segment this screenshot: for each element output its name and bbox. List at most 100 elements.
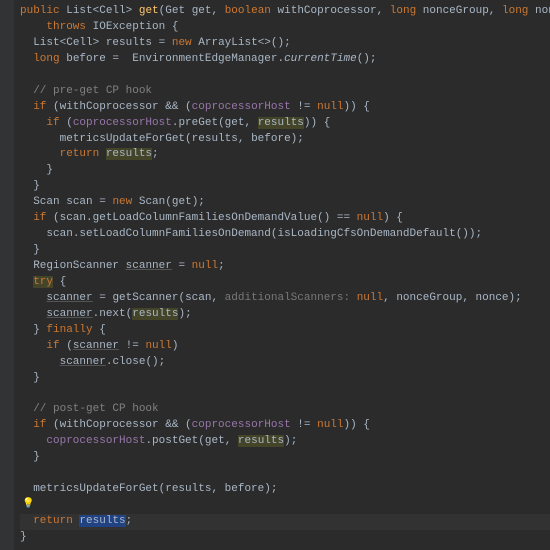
code-area[interactable]: public List<Cell> get(Get get, boolean w… xyxy=(14,4,550,546)
keyword: finally xyxy=(46,324,92,336)
code-line[interactable]: } finally { xyxy=(20,323,550,339)
var: nonce xyxy=(476,292,509,304)
code-line[interactable]: if (withCoprocessor && (coprocessorHost … xyxy=(20,418,550,434)
var-selected: results xyxy=(79,515,125,527)
var: get xyxy=(225,117,245,129)
type: Scan xyxy=(33,196,59,208)
code-line[interactable]: scanner = getScanner(scan, additionalSca… xyxy=(20,291,550,307)
keyword: boolean xyxy=(225,5,271,17)
code-line[interactable]: if (coprocessorHost.preGet(get, results)… xyxy=(20,116,550,132)
lightbulb-icon[interactable]: 💡 xyxy=(22,498,34,513)
keyword: if xyxy=(33,419,46,431)
code-line[interactable]: return results; xyxy=(20,514,550,530)
code-line[interactable]: Scan scan = new Scan(get); xyxy=(20,195,550,211)
var: withCoprocessor xyxy=(60,419,159,431)
code-editor[interactable]: public List<Cell> get(Get get, boolean w… xyxy=(0,0,550,550)
var: nonceGroup xyxy=(396,292,462,304)
method-call: getLoadColumnFamiliesOnDemandValue xyxy=(93,212,317,224)
comment: // post-get CP hook xyxy=(33,403,158,415)
param-hint: additionalScanners: xyxy=(225,292,350,304)
method-call: postGet xyxy=(152,435,198,447)
var: results xyxy=(258,117,304,129)
code-line[interactable]: } xyxy=(20,450,550,466)
code-line[interactable]: coprocessorHost.postGet(get, results); xyxy=(20,434,550,450)
method-name: get xyxy=(139,5,159,17)
type: IOException xyxy=(93,21,166,33)
var: results xyxy=(192,133,238,145)
code-line[interactable]: } xyxy=(20,163,550,179)
code-line[interactable]: // pre-get CP hook xyxy=(20,84,550,100)
var: scanner xyxy=(126,260,172,272)
code-line[interactable]: metricsUpdateForGet(results, before); xyxy=(20,132,550,148)
field: coprocessorHost xyxy=(192,419,291,431)
code-line[interactable]: if (scanner != null) xyxy=(20,339,550,355)
keyword: long xyxy=(502,5,528,17)
var: scan xyxy=(185,292,211,304)
keyword: new xyxy=(112,196,132,208)
var: withCoprocessor xyxy=(60,101,159,113)
var: before xyxy=(66,53,106,65)
var: scanner xyxy=(46,308,92,320)
var: results xyxy=(106,37,152,49)
code-line[interactable]: scan.setLoadColumnFamiliesOnDemand(isLoa… xyxy=(20,227,550,243)
var: scanner xyxy=(60,356,106,368)
code-line[interactable]: List<Cell> results = new ArrayList<>(); xyxy=(20,36,550,52)
keyword: if xyxy=(33,101,46,113)
code-line[interactable]: } xyxy=(20,371,550,387)
method-call: metricsUpdateForGet xyxy=(60,133,185,145)
type: Cell xyxy=(66,37,92,49)
code-line[interactable]: throws IOException { xyxy=(20,20,550,36)
code-line[interactable] xyxy=(20,68,550,84)
code-line[interactable]: } xyxy=(20,179,550,195)
code-line[interactable]: scanner.next(results); xyxy=(20,307,550,323)
keyword: if xyxy=(33,212,46,224)
code-line[interactable]: } xyxy=(20,243,550,259)
code-line[interactable]: return results; xyxy=(20,147,550,163)
method-call: isLoadingCfsOnDemandDefault xyxy=(277,228,455,240)
var: scanner xyxy=(73,340,119,352)
type: EnvironmentEdgeManager xyxy=(132,53,277,65)
keyword: long xyxy=(390,5,416,17)
keyword: try xyxy=(33,276,53,288)
method-call: preGet xyxy=(178,117,218,129)
code-line[interactable]: public List<Cell> get(Get get, boolean w… xyxy=(20,4,550,20)
gutter xyxy=(0,0,14,550)
keyword: new xyxy=(172,37,192,49)
var: before xyxy=(225,483,265,495)
var: get xyxy=(172,196,192,208)
var: before xyxy=(251,133,291,145)
keyword: return xyxy=(60,148,100,160)
code-line[interactable] xyxy=(20,466,550,482)
code-line[interactable]: // post-get CP hook xyxy=(20,402,550,418)
code-line[interactable]: } xyxy=(20,530,550,546)
type: RegionScanner xyxy=(33,260,119,272)
type: Scan xyxy=(139,196,165,208)
keyword: throws xyxy=(46,21,86,33)
var: scan xyxy=(66,196,92,208)
keyword: null xyxy=(357,212,383,224)
var: get xyxy=(205,435,225,447)
keyword: null xyxy=(317,101,343,113)
keyword: null xyxy=(145,340,171,352)
keyword: null xyxy=(357,292,383,304)
keyword: null xyxy=(317,419,343,431)
code-line[interactable]: try { xyxy=(20,275,550,291)
code-line[interactable]: RegionScanner scanner = null; xyxy=(20,259,550,275)
method-call: setLoadColumnFamiliesOnDemand xyxy=(79,228,270,240)
code-line[interactable]: 💡 xyxy=(20,498,550,514)
param: withCoprocessor xyxy=(278,5,377,17)
keyword: null xyxy=(192,260,218,272)
code-line[interactable]: if (scan.getLoadColumnFamiliesOnDemandVa… xyxy=(20,211,550,227)
field: coprocessorHost xyxy=(73,117,172,129)
keyword: long xyxy=(33,53,59,65)
type: ArrayList xyxy=(198,37,257,49)
param: get xyxy=(192,5,212,17)
code-line[interactable] xyxy=(20,387,550,403)
code-line[interactable]: long before = EnvironmentEdgeManager.cur… xyxy=(20,52,550,68)
keyword: public xyxy=(20,5,60,17)
code-line[interactable]: scanner.close(); xyxy=(20,355,550,371)
type: List xyxy=(66,5,92,17)
param: nonceGroup xyxy=(423,5,489,17)
code-line[interactable]: if (withCoprocessor && (coprocessorHost … xyxy=(20,100,550,116)
code-line[interactable]: metricsUpdateForGet(results, before); xyxy=(20,482,550,498)
